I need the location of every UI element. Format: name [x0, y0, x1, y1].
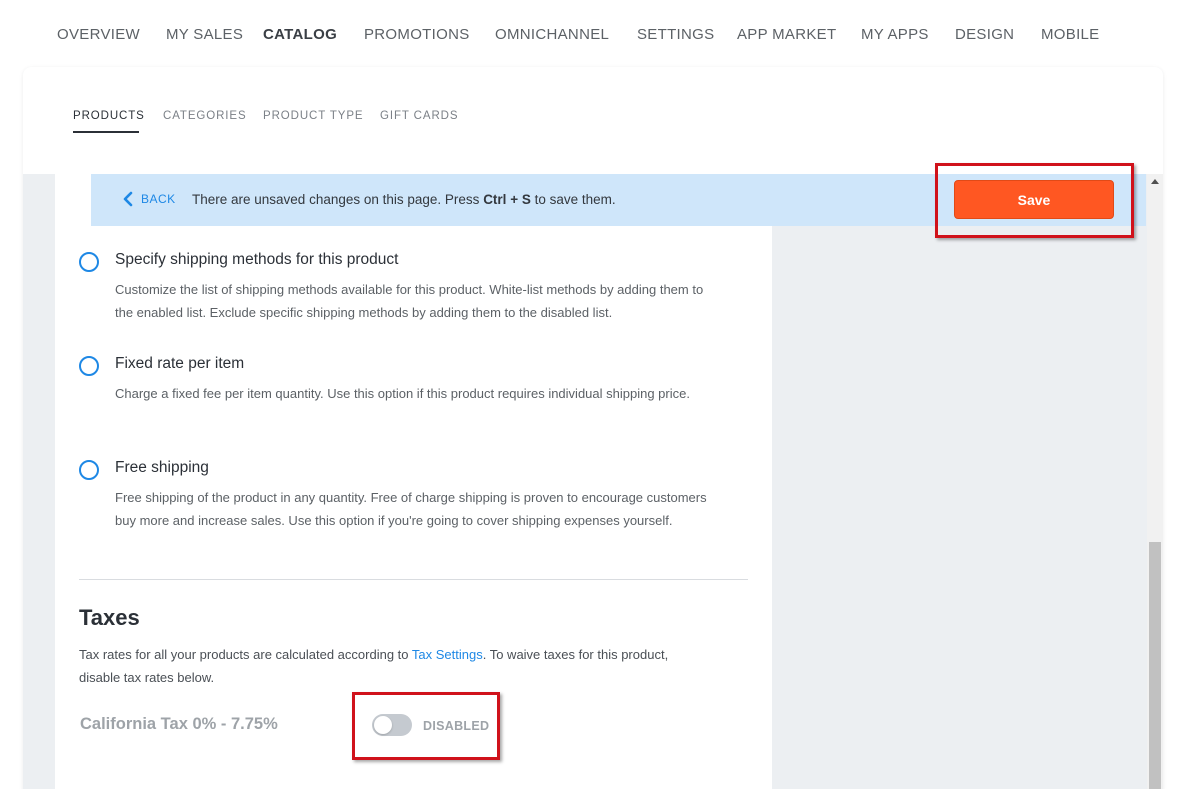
option-title[interactable]: Specify shipping methods for this produc…	[115, 251, 398, 269]
tab-product-type[interactable]: PRODUCT TYPE	[263, 110, 363, 122]
nav-my-sales[interactable]: MY SALES	[166, 26, 243, 43]
radio-button[interactable]	[79, 460, 99, 480]
section-divider	[79, 579, 748, 580]
ctrl-key: Ctrl	[483, 192, 507, 207]
nav-overview[interactable]: OVERVIEW	[57, 26, 140, 43]
option-title[interactable]: Free shipping	[115, 459, 209, 477]
option-description: Charge a fixed fee per item quantity. Us…	[115, 386, 690, 401]
top-navigation: OVERVIEW MY SALES CATALOG PROMOTIONS OMN…	[0, 0, 1200, 66]
nav-design[interactable]: DESIGN	[955, 26, 1014, 43]
tab-products[interactable]: PRODUCTS	[73, 110, 145, 122]
nav-omnichannel[interactable]: OMNICHANNEL	[495, 26, 609, 43]
nav-promotions[interactable]: PROMOTIONS	[364, 26, 470, 43]
nav-mobile[interactable]: MOBILE	[1041, 26, 1099, 43]
radio-button[interactable]	[79, 356, 99, 376]
toggle-knob	[374, 716, 392, 734]
option-description: Free shipping of the product in any quan…	[115, 490, 707, 528]
s-key: S	[521, 192, 531, 207]
nav-my-apps[interactable]: MY APPS	[861, 26, 929, 43]
unsaved-message: There are unsaved changes on this page. …	[192, 192, 616, 207]
back-link[interactable]: BACK	[123, 191, 176, 207]
option-title[interactable]: Fixed rate per item	[115, 355, 244, 373]
tab-gift-cards[interactable]: GIFT CARDS	[380, 110, 458, 122]
taxes-description: Tax rates for all your products are calc…	[79, 647, 669, 685]
nav-app-market[interactable]: APP MARKET	[737, 26, 836, 43]
save-button[interactable]: Save	[954, 180, 1114, 219]
toggle-status-label: DISABLED	[423, 719, 490, 733]
active-tab-indicator	[73, 131, 139, 133]
scrollbar-thumb[interactable]	[1149, 542, 1161, 789]
taxes-heading: Taxes	[79, 605, 140, 630]
tax-settings-link[interactable]: Tax Settings	[412, 647, 483, 662]
tab-categories[interactable]: CATEGORIES	[163, 110, 247, 122]
nav-catalog[interactable]: CATALOG	[263, 26, 337, 43]
option-description: Customize the list of shipping methods a…	[115, 282, 704, 320]
chevron-left-icon	[123, 191, 133, 207]
back-label: BACK	[141, 192, 176, 206]
tax-rate-name: California Tax 0% - 7.75%	[80, 715, 278, 733]
scroll-up-arrow-icon[interactable]	[1151, 179, 1159, 184]
tax-rate-toggle[interactable]	[372, 714, 412, 736]
nav-settings[interactable]: SETTINGS	[637, 26, 714, 43]
catalog-subnav: PRODUCTS CATEGORIES PRODUCT TYPE GIFT CA…	[23, 67, 1163, 174]
radio-button[interactable]	[79, 252, 99, 272]
